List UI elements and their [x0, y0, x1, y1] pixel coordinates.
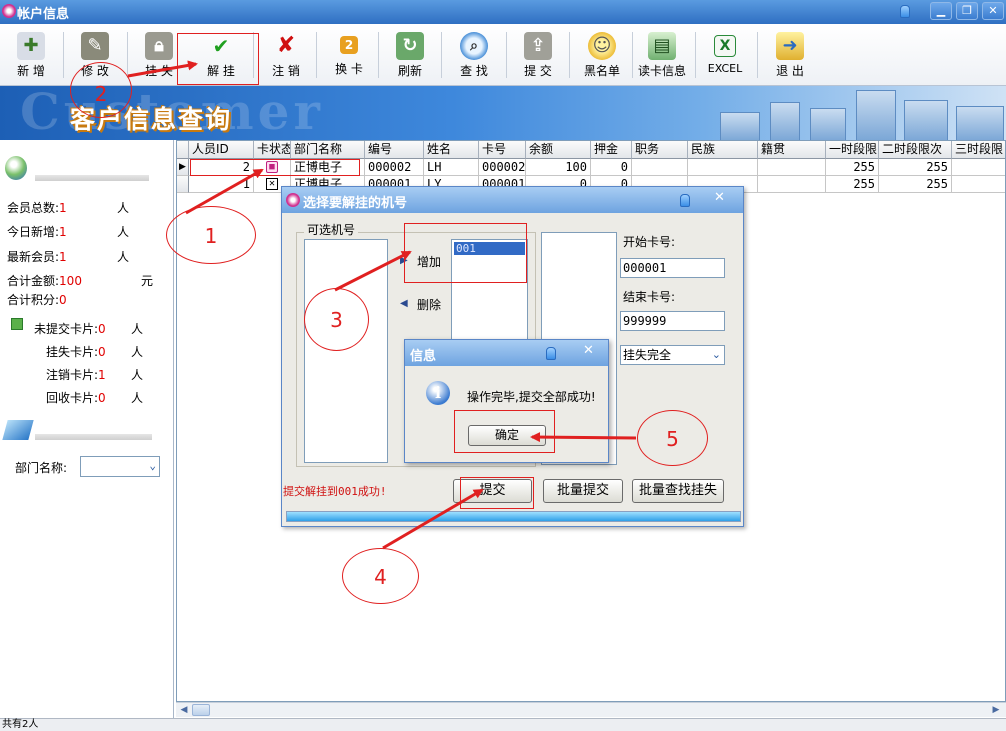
annotation-arrows — [127, 60, 637, 550]
arrow-3 — [334, 250, 412, 292]
arrow-5 — [530, 432, 637, 443]
arrow-2 — [127, 60, 198, 78]
arrow-1 — [185, 168, 264, 215]
arrow-4 — [382, 488, 484, 550]
